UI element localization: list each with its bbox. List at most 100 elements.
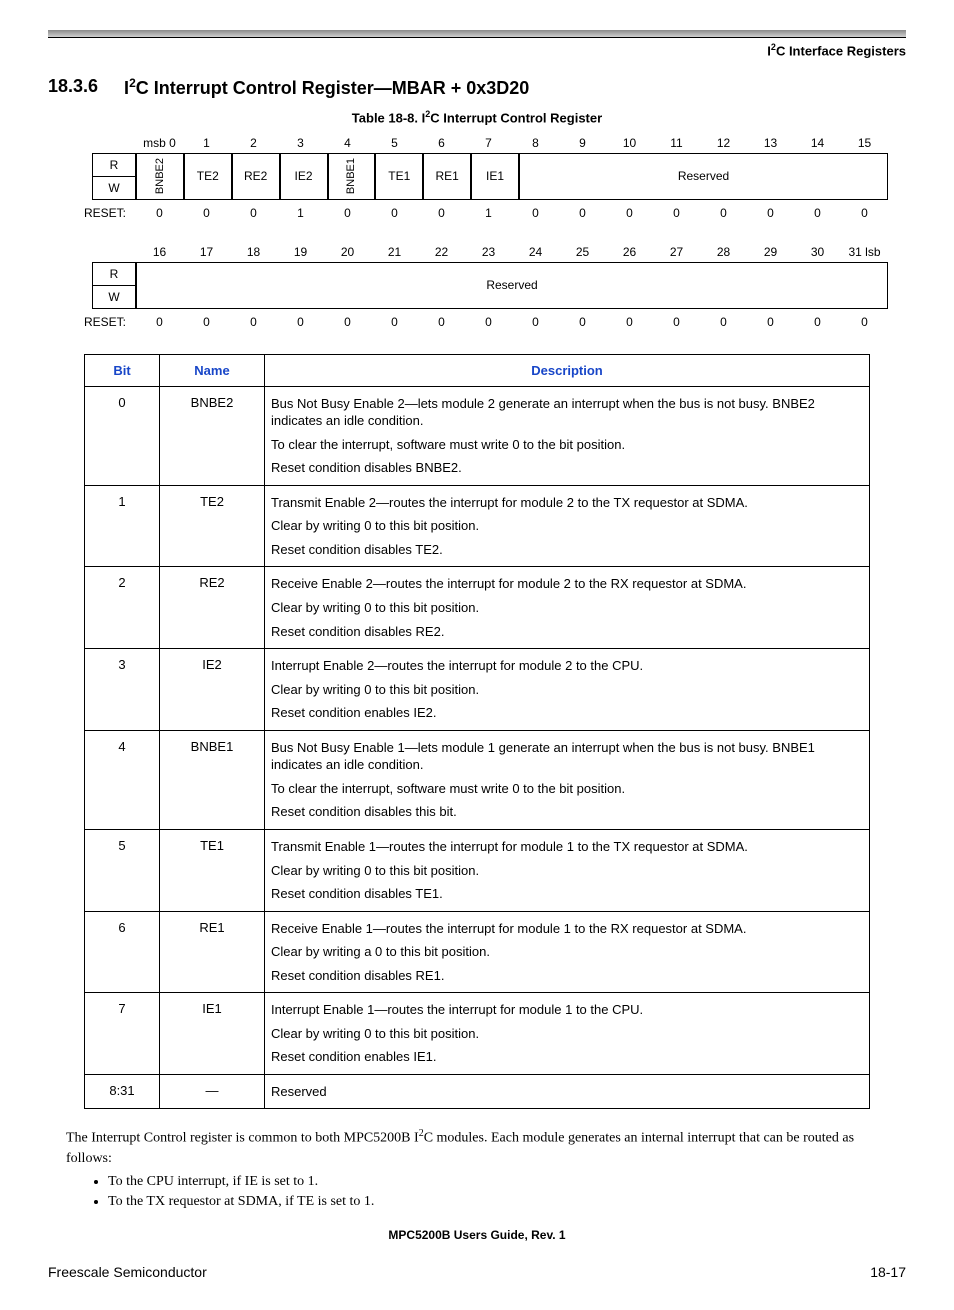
bit-number: 15 [841,136,888,150]
bit-number: 25 [559,245,606,259]
bit-number: 7 [465,136,512,150]
list-item: To the CPU interrupt, if IE is set to 1. [108,1174,906,1190]
bit-number: 18 [230,245,277,259]
cell-bit: 3 [85,649,160,731]
bit-number: 21 [371,245,418,259]
cell-name: RE2 [160,567,265,649]
bit-number: 27 [653,245,700,259]
register-field: TE1 [375,153,423,200]
reset-value: 0 [324,203,371,223]
bit-number: 22 [418,245,465,259]
reset-value: 0 [700,312,747,332]
cell-description: Receive Enable 1—routes the interrupt fo… [265,911,870,993]
footer-guide: MPC5200B Users Guide, Rev. 1 [48,1228,906,1242]
register-field: IE2 [280,153,328,200]
write-label: W [92,176,136,200]
reset-value: 0 [230,203,277,223]
reset-value: 0 [136,203,183,223]
cell-name: BNBE1 [160,730,265,829]
bit-number: 19 [277,245,324,259]
reset-value: 0 [183,312,230,332]
cell-description: Interrupt Enable 2—routes the interrupt … [265,649,870,731]
bit-number: 6 [418,136,465,150]
cell-bit: 4 [85,730,160,829]
register-field: Reserved [136,262,888,309]
reset-value: 0 [606,203,653,223]
reset-value: 0 [418,203,465,223]
bit-number: 14 [794,136,841,150]
reset-value: 0 [465,312,512,332]
reset-value: 0 [794,312,841,332]
section-number: 18.3.6 [48,76,98,99]
reset-value: 0 [841,312,888,332]
bit-number: 2 [230,136,277,150]
reset-value: 0 [371,203,418,223]
cell-description: Transmit Enable 2—routes the interrupt f… [265,485,870,567]
bit-number: 3 [277,136,324,150]
bit-number: 20 [324,245,371,259]
footer-right: 18-17 [870,1264,906,1280]
section-heading: 18.3.6 I2C Interrupt Control Register—MB… [48,76,906,99]
table-caption: Table 18-8. I2C Interrupt Control Regist… [48,109,906,125]
col-name: Name [160,354,265,386]
cell-name: — [160,1074,265,1109]
table-row: 1TE2Transmit Enable 2—routes the interru… [85,485,870,567]
bit-number: 31 lsb [841,245,888,259]
register-field: BNBE1 [328,153,376,200]
read-label: R [92,153,136,176]
reset-value: 0 [418,312,465,332]
register-field: BNBE2 [136,153,184,200]
page-footer: Freescale Semiconductor 18-17 [48,1264,906,1280]
bit-number: 17 [183,245,230,259]
cell-bit: 0 [85,386,160,485]
reset-label: RESET: [66,203,136,223]
bit-number: 23 [465,245,512,259]
reset-value: 0 [841,203,888,223]
bit-number: 5 [371,136,418,150]
write-label: W [92,285,136,309]
cell-bit: 5 [85,829,160,911]
reset-value: 1 [277,203,324,223]
reset-value: 0 [371,312,418,332]
col-description: Description [265,354,870,386]
cell-bit: 8:31 [85,1074,160,1109]
cell-bit: 2 [85,567,160,649]
reset-value: 0 [512,203,559,223]
cell-name: BNBE2 [160,386,265,485]
cell-name: TE2 [160,485,265,567]
col-bit: Bit [85,354,160,386]
table-row: 8:31—Reserved [85,1074,870,1109]
reset-value: 0 [183,203,230,223]
cell-description: Bus Not Busy Enable 1—lets module 1 gene… [265,730,870,829]
bit-number: msb 0 [136,136,183,150]
table-row: 4BNBE1Bus Not Busy Enable 1—lets module … [85,730,870,829]
cell-description: Receive Enable 2—routes the interrupt fo… [265,567,870,649]
reset-value: 0 [606,312,653,332]
bit-number: 16 [136,245,183,259]
bit-description-table: Bit Name Description 0BNBE2Bus Not Busy … [84,354,870,1110]
reset-value: 0 [136,312,183,332]
reset-value: 0 [747,203,794,223]
bit-number: 13 [747,136,794,150]
table-row: 6RE1Receive Enable 1—routes the interrup… [85,911,870,993]
cell-name: IE1 [160,993,265,1075]
reset-value: 0 [794,203,841,223]
bit-number: 8 [512,136,559,150]
reset-value: 1 [465,203,512,223]
bit-number: 10 [606,136,653,150]
reset-label: RESET: [66,312,136,332]
cell-description: Bus Not Busy Enable 2—lets module 2 gene… [265,386,870,485]
list-item: To the TX requestor at SDMA, if TE is se… [108,1194,906,1210]
cell-bit: 6 [85,911,160,993]
section-title-text: I2C Interrupt Control Register—MBAR + 0x… [124,76,529,99]
table-row: 5TE1Transmit Enable 1—routes the interru… [85,829,870,911]
bit-number: 26 [606,245,653,259]
running-head: I2C Interface Registers [48,42,906,58]
cell-bit: 7 [85,993,160,1075]
reset-value: 0 [277,312,324,332]
cell-name: IE2 [160,649,265,731]
register-field: TE2 [184,153,232,200]
table-row: 0BNBE2Bus Not Busy Enable 2—lets module … [85,386,870,485]
bit-number: 12 [700,136,747,150]
bit-number: 28 [700,245,747,259]
